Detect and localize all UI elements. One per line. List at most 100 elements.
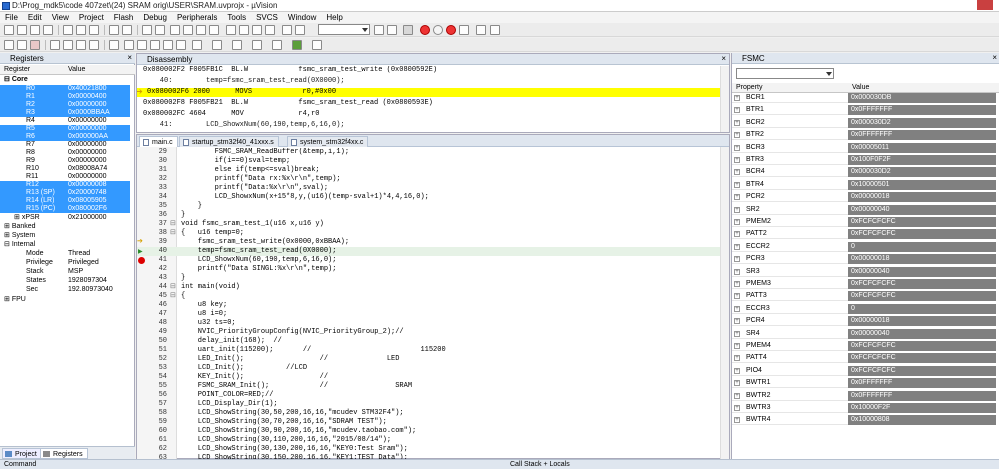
property-value[interactable]: 0xFCFCFCFC bbox=[848, 353, 996, 364]
fold-icon[interactable]: ⊟ bbox=[170, 220, 176, 229]
expand-icon[interactable]: ⊞ bbox=[14, 214, 22, 221]
nav-back-icon[interactable] bbox=[142, 25, 152, 35]
reset-icon[interactable] bbox=[4, 40, 14, 50]
register-value[interactable]: 0x40021800 bbox=[68, 85, 107, 93]
code-line[interactable]: 48 u32 ts=0; bbox=[137, 319, 720, 328]
code-line[interactable]: 43} bbox=[137, 274, 720, 283]
code-line[interactable]: 33 printf("Data:%x\r\n",sval); bbox=[137, 184, 720, 193]
fold-icon[interactable]: ⊟ bbox=[170, 283, 176, 292]
window-layout-icon[interactable] bbox=[476, 25, 486, 35]
expand-icon[interactable]: + bbox=[734, 305, 740, 312]
comment-icon[interactable] bbox=[252, 25, 262, 35]
code-line[interactable]: 61 LCD_ShowString(30,110,200,16,16,"2015… bbox=[137, 436, 720, 445]
menu-item-window[interactable]: Window bbox=[283, 12, 321, 22]
fsmc-property-row[interactable]: + SR3 0x00000040 bbox=[732, 266, 996, 277]
code-line[interactable]: 31 else if(temp<=sval)break; bbox=[137, 166, 720, 175]
disassembly-scrollbar[interactable] bbox=[720, 66, 729, 132]
expand-icon[interactable]: + bbox=[734, 181, 740, 188]
code-line[interactable]: 58 LCD_ShowString(30,50,200,16,16,"mcude… bbox=[137, 409, 720, 418]
step-over-icon[interactable] bbox=[63, 40, 73, 50]
menu-item-edit[interactable]: Edit bbox=[23, 12, 47, 22]
expand-icon[interactable]: + bbox=[734, 132, 740, 139]
internal-row[interactable]: Mode Thread bbox=[0, 250, 130, 258]
toolbox-icon[interactable] bbox=[312, 40, 322, 50]
redo-icon[interactable] bbox=[122, 25, 132, 35]
disassembly-line[interactable]: 0x080002FC 4604 MOV r4,r0 bbox=[137, 110, 720, 119]
expand-icon[interactable]: + bbox=[734, 231, 740, 238]
code-line[interactable]: 46 u8 key; bbox=[137, 301, 720, 310]
code-line[interactable]: 29 FSMC_SRAM_ReadBuffer(&temp,i,1); bbox=[137, 148, 720, 157]
breakpoint-icon[interactable] bbox=[138, 257, 145, 264]
code-line[interactable]: 55 FSMC_SRAM_Init(); // SRAM bbox=[137, 382, 720, 391]
register-value[interactable]: 0x080002F6 bbox=[68, 205, 107, 213]
property-value[interactable]: 0x100F0F2F bbox=[848, 155, 996, 165]
code-line[interactable]: 41 LCD_ShowxNum(60,190,temp,6,16,0); bbox=[137, 256, 720, 265]
open-file-icon[interactable] bbox=[17, 25, 27, 35]
new-file-icon[interactable] bbox=[4, 25, 14, 35]
register-value[interactable]: 0x000000AA bbox=[68, 133, 108, 141]
xpsr-row[interactable]: ⊞ xPSR bbox=[14, 214, 40, 222]
property-value[interactable]: 0x00000018 bbox=[848, 254, 996, 265]
code-line[interactable]: 40 temp=fsmc_sram_test_read(0X0000); ▶ bbox=[137, 247, 720, 256]
register-value[interactable]: 0x0000BBAA bbox=[68, 109, 110, 117]
command-window-icon[interactable] bbox=[124, 40, 134, 50]
property-value[interactable]: 0x00000018 bbox=[848, 192, 996, 203]
menu-item-debug[interactable]: Debug bbox=[138, 12, 172, 22]
property-value[interactable]: 0x0FFFFFFF bbox=[848, 390, 996, 401]
register-row[interactable]: R11 0x00000000 bbox=[0, 173, 130, 181]
system-group[interactable]: ⊞ System bbox=[4, 232, 35, 240]
expand-icon[interactable]: + bbox=[734, 243, 740, 250]
fsmc-property-row[interactable]: + BTR1 0x0FFFFFFF bbox=[732, 105, 996, 116]
register-value[interactable]: 0x00000000 bbox=[68, 125, 107, 133]
save-icon[interactable] bbox=[30, 25, 40, 35]
cut-icon[interactable] bbox=[63, 25, 73, 35]
fsmc-property-row[interactable]: + PCR3 0x00000018 bbox=[732, 254, 996, 265]
config-icon[interactable] bbox=[490, 25, 500, 35]
internal-row[interactable]: Sec 192.80973040 bbox=[0, 286, 130, 294]
register-value[interactable]: 0x00000000 bbox=[68, 101, 107, 109]
property-value[interactable]: 0x000030D2 bbox=[848, 117, 996, 128]
internal-row[interactable]: States 1928097304 bbox=[0, 277, 130, 285]
register-row[interactable]: R12 0x00000008 bbox=[0, 181, 130, 189]
expand-icon[interactable]: + bbox=[734, 392, 740, 399]
save-all-icon[interactable] bbox=[43, 25, 53, 35]
expand-icon[interactable]: + bbox=[734, 367, 740, 374]
nav-forward-icon[interactable] bbox=[155, 25, 165, 35]
expand-icon[interactable]: + bbox=[734, 157, 740, 163]
fsmc-property-row[interactable]: + SR4 0x00000040 bbox=[732, 328, 996, 339]
expand-icon[interactable]: + bbox=[734, 268, 740, 275]
code-line[interactable]: 51 uart_init(115200); // 115200 bbox=[137, 346, 720, 355]
fsmc-property-row[interactable]: + PCR2 0x00000018 bbox=[732, 192, 996, 203]
fsmc-property-row[interactable]: + BTR2 0x0FFFFFFF bbox=[732, 130, 996, 141]
indent-icon[interactable] bbox=[226, 25, 236, 35]
copy-icon[interactable] bbox=[76, 25, 86, 35]
register-value[interactable]: 0x08008A74 bbox=[68, 165, 107, 173]
code-line[interactable]: 35 } bbox=[137, 202, 720, 211]
panel-close-icon[interactable]: × bbox=[127, 53, 132, 62]
fsmc-property-row[interactable]: + ECCR3 0 bbox=[732, 303, 996, 314]
disassembly-line[interactable]: 40: temp=fsmc_sram_test_read(0X0000); bbox=[137, 77, 720, 86]
editor-tab[interactable]: startup_stm32f40_41xxx.s bbox=[179, 136, 279, 147]
tab-registers[interactable]: Registers bbox=[40, 448, 88, 459]
register-column-header[interactable]: Register bbox=[4, 66, 30, 73]
code-line[interactable]: 53 LCD_Init(); //LCD bbox=[137, 364, 720, 373]
code-area[interactable]: 29 FSMC_SRAM_ReadBuffer(&temp,i,1); 30 if… bbox=[137, 148, 720, 459]
disassembly-line[interactable]: 41: LCD_ShowxNum(60,190,temp,6,16,0); bbox=[137, 121, 720, 130]
expand-icon[interactable]: + bbox=[734, 119, 740, 126]
menu-item-flash[interactable]: Flash bbox=[109, 12, 139, 22]
property-value[interactable]: 0x00000040 bbox=[848, 266, 996, 277]
fsmc-property-row[interactable]: + PATT4 0xFCFCFCFC bbox=[732, 353, 996, 364]
fsmc-property-row[interactable]: + PCR4 0x00000018 bbox=[732, 316, 996, 327]
register-value[interactable]: 0x00000000 bbox=[68, 117, 107, 125]
run-icon[interactable] bbox=[17, 40, 27, 50]
register-value[interactable]: 0x00000008 bbox=[68, 181, 107, 189]
code-line[interactable]: 36} bbox=[137, 211, 720, 220]
property-value[interactable]: 0xFCFCFCFC bbox=[848, 365, 996, 376]
expand-icon[interactable]: + bbox=[734, 281, 740, 287]
fsmc-property-row[interactable]: + PMEM3 0xFCFCFCFC bbox=[732, 279, 996, 289]
property-value[interactable]: 0x000030D2 bbox=[848, 167, 996, 178]
trace-window-icon[interactable] bbox=[272, 40, 282, 50]
find-in-files-icon[interactable] bbox=[282, 25, 292, 35]
xpsr-value[interactable]: 0x21000000 bbox=[68, 214, 107, 222]
fsmc-property-row[interactable]: + PATT3 0xFCFCFCFC bbox=[732, 291, 996, 302]
